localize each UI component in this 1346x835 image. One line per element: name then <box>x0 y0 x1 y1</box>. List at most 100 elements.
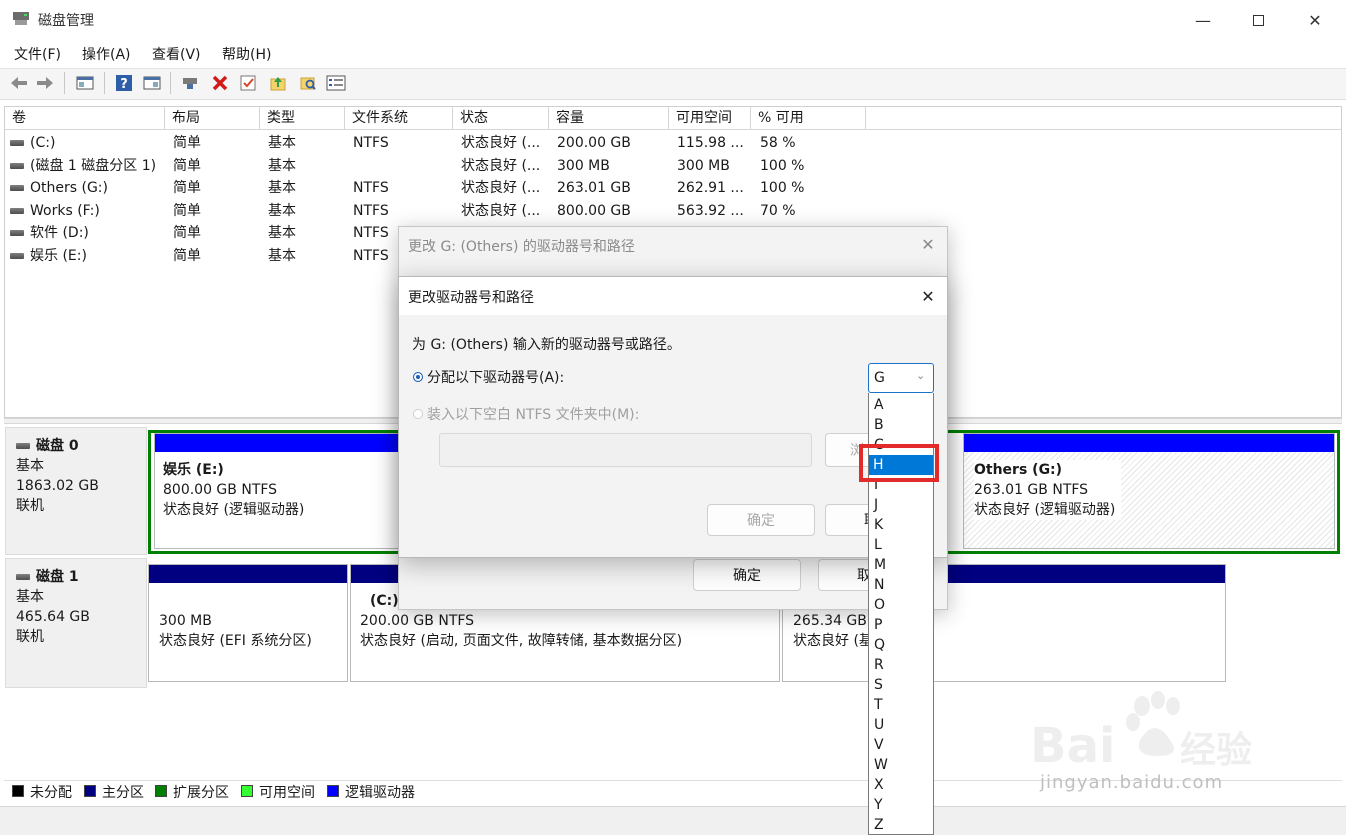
partition-entertainment-e[interactable]: 娱乐 (E:) 800.00 GB NTFS 状态良好 (逻辑驱动器) <box>154 433 400 549</box>
drive-letter-option[interactable]: T <box>872 695 932 715</box>
dialog-back-ok-button[interactable]: 确定 <box>693 559 801 591</box>
volume-cell[interactable]: NTFS <box>353 132 389 154</box>
menu-action[interactable]: 操作(A) <box>82 44 131 64</box>
properties-icon[interactable] <box>141 72 163 94</box>
drive-letter-option[interactable]: Y <box>872 795 932 815</box>
volume-name[interactable]: Works (F:) <box>10 200 100 222</box>
volume-cell[interactable]: 262.91 ... <box>677 177 744 199</box>
drive-letter-option[interactable]: V <box>872 735 932 755</box>
partition-efi[interactable]: 300 MB 状态良好 (EFI 系统分区) <box>148 564 348 682</box>
volume-name[interactable]: (磁盘 1 磁盘分区 1) <box>10 155 156 177</box>
volume-cell[interactable]: 100 % <box>760 177 804 199</box>
dialog-ok-button[interactable]: 确定 <box>707 504 815 536</box>
upload-folder-icon[interactable] <box>267 72 289 94</box>
mount-folder-label[interactable]: 装入以下空白 NTFS 文件夹中(M): <box>427 404 639 424</box>
partition-others-g[interactable]: Others (G:) 263.01 GB NTFS 状态良好 (逻辑驱动器) <box>963 433 1335 549</box>
close-button[interactable]: ✕ <box>1300 8 1330 32</box>
volume-cell[interactable]: 基本 <box>268 245 296 267</box>
connect-icon[interactable] <box>180 72 202 94</box>
volume-name[interactable]: 娱乐 (E:) <box>10 245 87 267</box>
drive-letter-option[interactable]: R <box>872 655 932 675</box>
volume-cell[interactable]: 状态良好 (... <box>461 200 540 222</box>
help-icon[interactable]: ? <box>113 72 135 94</box>
drive-letter-option[interactable]: N <box>872 575 932 595</box>
back-arrow-icon[interactable] <box>8 72 30 94</box>
menu-help[interactable]: 帮助(H) <box>222 44 271 64</box>
mount-path-input[interactable] <box>439 433 812 467</box>
volume-cell[interactable]: 简单 <box>173 245 201 267</box>
volume-cell[interactable]: 状态良好 (... <box>461 155 540 177</box>
console-tree-icon[interactable] <box>74 72 96 94</box>
col-percent-free[interactable]: % 可用 <box>751 107 866 130</box>
drive-letter-option[interactable]: Z <box>872 815 932 835</box>
col-layout[interactable]: 布局 <box>165 107 260 130</box>
dialog-back-close-icon[interactable]: ✕ <box>918 234 938 254</box>
volume-cell[interactable]: NTFS <box>353 177 389 199</box>
drive-letter-option[interactable]: Q <box>872 635 932 655</box>
checklist-icon[interactable] <box>237 72 259 94</box>
dialog-cancel-button[interactable]: 取 <box>825 504 878 536</box>
col-filesystem[interactable]: 文件系统 <box>345 107 453 130</box>
volume-cell[interactable]: 基本 <box>268 222 296 244</box>
drive-letter-option[interactable]: M <box>872 555 932 575</box>
volume-cell[interactable]: 115.98 ... <box>677 132 744 154</box>
volume-cell[interactable]: 简单 <box>173 222 201 244</box>
assign-letter-label[interactable]: 分配以下驱动器号(A): <box>427 367 564 387</box>
volume-cell[interactable]: 263.01 GB <box>557 177 631 199</box>
menu-file[interactable]: 文件(F) <box>14 44 61 64</box>
assign-letter-radio[interactable] <box>413 372 423 382</box>
volume-cell[interactable]: 800.00 GB <box>557 200 631 222</box>
volume-cell[interactable]: 70 % <box>760 200 796 222</box>
drive-letter-option[interactable]: U <box>872 715 932 735</box>
volume-name[interactable]: 软件 (D:) <box>10 222 89 244</box>
volume-cell[interactable]: 300 MB <box>677 155 730 177</box>
drive-letter-option[interactable]: W <box>872 755 932 775</box>
volume-cell[interactable]: 状态良好 (... <box>461 177 540 199</box>
drive-letter-option[interactable]: K <box>872 515 932 535</box>
volume-cell[interactable]: 简单 <box>173 132 201 154</box>
volume-cell[interactable]: 状态良好 (... <box>461 132 540 154</box>
col-capacity[interactable]: 容量 <box>549 107 669 130</box>
volume-name[interactable]: Others (G:) <box>10 177 108 199</box>
volume-cell[interactable]: 基本 <box>268 177 296 199</box>
volume-cell[interactable]: 200.00 GB <box>557 132 631 154</box>
mount-folder-radio[interactable] <box>413 409 423 419</box>
volume-cell[interactable]: 简单 <box>173 177 201 199</box>
volume-cell[interactable]: 简单 <box>173 200 201 222</box>
volume-cell[interactable]: NTFS <box>353 222 389 244</box>
volume-name[interactable]: (C:) <box>10 132 55 154</box>
volume-cell[interactable]: 58 % <box>760 132 796 154</box>
drive-letter-option[interactable]: J <box>872 495 932 515</box>
drive-letter-option[interactable]: S <box>872 675 932 695</box>
col-type[interactable]: 类型 <box>260 107 345 130</box>
disk0-label[interactable]: 磁盘 0 基本 1863.02 GB 联机 <box>5 427 147 555</box>
col-status[interactable]: 状态 <box>453 107 549 130</box>
disk1-label[interactable]: 磁盘 1 基本 465.64 GB 联机 <box>5 558 147 688</box>
dialog-back-cancel-button[interactable]: 取 <box>818 559 871 591</box>
search-folder-icon[interactable] <box>297 72 319 94</box>
volume-cell[interactable]: 300 MB <box>557 155 610 177</box>
volume-cell[interactable]: 563.92 ... <box>677 200 744 222</box>
menu-view[interactable]: 查看(V) <box>152 44 201 64</box>
drive-letter-option[interactable]: X <box>872 775 932 795</box>
dialog-front-close-icon[interactable]: ✕ <box>918 286 938 306</box>
minimize-button[interactable]: — <box>1188 8 1218 32</box>
forward-arrow-icon[interactable] <box>34 72 56 94</box>
delete-icon[interactable] <box>209 72 231 94</box>
drive-letter-option[interactable]: P <box>872 615 932 635</box>
list-view-icon[interactable] <box>325 72 347 94</box>
volume-cell[interactable]: NTFS <box>353 245 389 267</box>
volume-cell[interactable]: 基本 <box>268 132 296 154</box>
chevron-down-icon[interactable]: ⌄ <box>916 369 925 382</box>
volume-cell[interactable]: NTFS <box>353 200 389 222</box>
col-volume[interactable]: 卷 <box>5 107 165 130</box>
drive-letter-option[interactable]: A <box>872 395 932 415</box>
volume-cell[interactable]: 基本 <box>268 155 296 177</box>
drive-letter-option[interactable]: B <box>872 415 932 435</box>
drive-letter-option[interactable]: O <box>872 595 932 615</box>
volume-cell[interactable]: 基本 <box>268 200 296 222</box>
drive-letter-option[interactable]: L <box>872 535 932 555</box>
col-free-space[interactable]: 可用空间 <box>669 107 751 130</box>
volume-cell[interactable]: 简单 <box>173 155 201 177</box>
volume-cell[interactable]: 100 % <box>760 155 804 177</box>
